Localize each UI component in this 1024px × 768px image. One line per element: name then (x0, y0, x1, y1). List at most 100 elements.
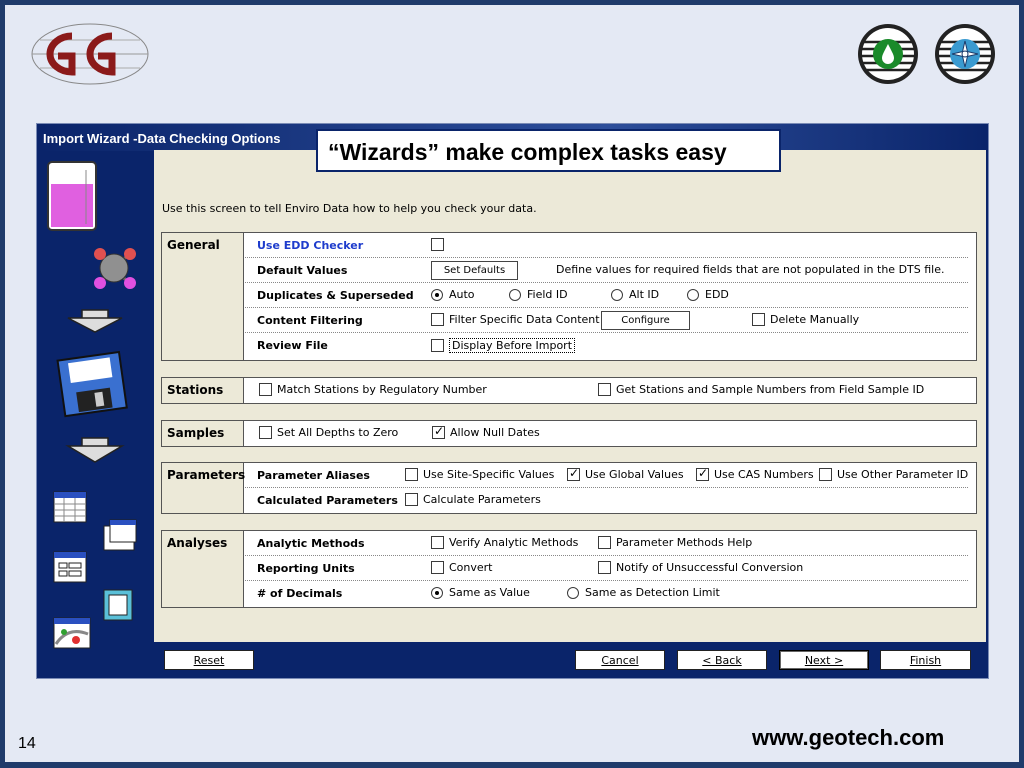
notify-conversion-option[interactable]: Notify of Unsuccessful Conversion (598, 561, 803, 574)
row-review-file: Review File Display Before Import (245, 333, 968, 358)
arrow-down-icon (67, 309, 123, 333)
site-specific-option[interactable]: Use Site-Specific Values (405, 468, 554, 481)
radio-edd[interactable]: EDD (687, 288, 729, 301)
set-depths-option[interactable]: Set All Depths to Zero (259, 426, 398, 439)
set-defaults-button[interactable]: Set Defaults (431, 261, 518, 280)
configure-button[interactable]: Configure (601, 311, 690, 330)
content-filtering-label: Content Filtering (257, 314, 363, 327)
cancel-button[interactable]: Cancel (575, 650, 665, 670)
form-icon (53, 551, 87, 583)
row-use-edd: Use EDD Checker (245, 233, 968, 258)
cas-numbers-option[interactable]: Use CAS Numbers (696, 466, 814, 481)
radio-same-as-value[interactable]: Same as Value (431, 586, 530, 599)
next-button[interactable]: Next > (779, 650, 869, 670)
allow-null-dates-checkbox[interactable] (432, 424, 445, 439)
global-values-option[interactable]: Use Global Values (567, 466, 684, 481)
radio-field-id[interactable]: Field ID (509, 288, 568, 301)
delete-manually-checkbox[interactable] (752, 313, 765, 326)
analytic-methods-label: Analytic Methods (257, 537, 365, 550)
radio-field-id-indicator[interactable] (509, 288, 521, 301)
row-calculated-parameters: Calculated Parameters Calculate Paramete… (245, 488, 968, 513)
use-edd-checkbox[interactable] (431, 238, 444, 251)
verify-methods-option[interactable]: Verify Analytic Methods (431, 536, 578, 549)
intro-text: Use this screen to tell Enviro Data how … (162, 202, 537, 215)
parameter-aliases-label: Parameter Aliases (257, 469, 370, 482)
convert-checkbox[interactable] (431, 561, 444, 574)
verify-methods-checkbox[interactable] (431, 536, 444, 549)
get-stations-option[interactable]: Get Stations and Sample Numbers from Fie… (598, 383, 924, 396)
row-duplicates: Duplicates & Superseded Auto Field ID Al… (245, 283, 968, 308)
methods-help-checkbox[interactable] (598, 536, 611, 549)
radio-edd-indicator[interactable] (687, 288, 699, 301)
group-label-stations: Stations (162, 378, 244, 403)
table-icon (53, 491, 87, 523)
general-group: General Use EDD Checker Default Values S… (161, 232, 977, 361)
other-parameter-checkbox[interactable] (819, 468, 832, 481)
global-values-checkbox[interactable] (567, 466, 580, 481)
group-label-samples: Samples (162, 421, 244, 446)
use-edd-label: Use EDD Checker (257, 239, 364, 252)
row-stations: Match Stations by Regulatory Number Get … (245, 378, 968, 403)
display-before-import-checkbox[interactable] (431, 339, 444, 352)
set-depths-checkbox[interactable] (259, 426, 272, 439)
default-values-description: Define values for required fields that a… (556, 263, 945, 276)
spreadsheet-icon (103, 519, 137, 551)
methods-help-option[interactable]: Parameter Methods Help (598, 536, 752, 549)
radio-alt-id-indicator[interactable] (611, 288, 623, 301)
cas-numbers-checkbox[interactable] (696, 466, 709, 481)
delete-manually-option[interactable]: Delete Manually (752, 313, 859, 326)
row-reporting-units: Reporting Units Convert Notify of Unsucc… (245, 556, 968, 581)
row-parameter-aliases: Parameter Aliases Use Site-Specific Valu… (245, 463, 968, 488)
arrow-down-icon-2 (65, 437, 125, 463)
group-label-parameters: Parameters (162, 463, 245, 513)
page-number: 14 (18, 735, 36, 752)
display-before-import-option[interactable]: Display Before Import (431, 338, 576, 353)
compass-logo (935, 24, 995, 84)
parameters-group: Parameters Parameter Aliases Use Site-Sp… (161, 462, 977, 514)
radio-auto[interactable]: Auto (431, 288, 475, 301)
other-parameter-option[interactable]: Use Other Parameter ID (819, 468, 968, 481)
calculated-parameters-label: Calculated Parameters (257, 494, 398, 507)
default-values-label: Default Values (257, 264, 348, 277)
duplicates-label: Duplicates & Superseded (257, 289, 414, 302)
group-label-analyses: Analyses (162, 531, 244, 607)
filter-content-option[interactable]: Filter Specific Data Content (431, 313, 600, 326)
calculate-parameters-checkbox[interactable] (405, 493, 418, 506)
molecule-icon (94, 248, 136, 289)
website-url[interactable]: www.geotech.com (752, 725, 944, 751)
back-button[interactable]: < Back (677, 650, 767, 670)
row-content-filtering: Content Filtering Filter Specific Data C… (245, 308, 968, 333)
radio-auto-indicator[interactable] (431, 288, 443, 301)
row-decimals: # of Decimals Same as Value Same as Dete… (245, 581, 968, 606)
stations-group: Stations Match Stations by Regulatory Nu… (161, 377, 977, 404)
match-stations-option[interactable]: Match Stations by Regulatory Number (259, 383, 487, 396)
review-file-label: Review File (257, 339, 328, 352)
notebook-icon (103, 589, 133, 621)
calculate-parameters-option[interactable]: Calculate Parameters (405, 493, 541, 506)
radio-same-as-limit-indicator[interactable] (567, 586, 579, 599)
radio-same-as-limit[interactable]: Same as Detection Limit (567, 586, 720, 599)
convert-option[interactable]: Convert (431, 561, 493, 574)
water-drop-logo (858, 24, 918, 84)
floppy-disk-icon (56, 350, 128, 418)
get-stations-checkbox[interactable] (598, 383, 611, 396)
group-label-general: General (162, 233, 244, 360)
reporting-units-label: Reporting Units (257, 562, 355, 575)
wizard-sidebar (47, 161, 137, 649)
wizard-footer: Reset Cancel < Back Next > Finish (154, 644, 986, 677)
allow-null-dates-option[interactable]: Allow Null Dates (432, 424, 540, 439)
row-analytic-methods: Analytic Methods Verify Analytic Methods… (245, 531, 968, 556)
analyses-group: Analyses Analytic Methods Verify Analyti… (161, 530, 977, 608)
notify-conversion-checkbox[interactable] (598, 561, 611, 574)
reset-button[interactable]: Reset (164, 650, 254, 670)
row-samples: Set All Depths to Zero Allow Null Dates (245, 421, 968, 446)
radio-same-as-value-indicator[interactable] (431, 586, 443, 599)
map-icon (53, 617, 91, 649)
finish-button[interactable]: Finish (880, 650, 971, 670)
row-default-values: Default Values Set Defaults Define value… (245, 258, 968, 283)
match-stations-checkbox[interactable] (259, 383, 272, 396)
site-specific-checkbox[interactable] (405, 468, 418, 481)
filter-content-checkbox[interactable] (431, 313, 444, 326)
decimals-label: # of Decimals (257, 587, 343, 600)
radio-alt-id[interactable]: Alt ID (611, 288, 659, 301)
